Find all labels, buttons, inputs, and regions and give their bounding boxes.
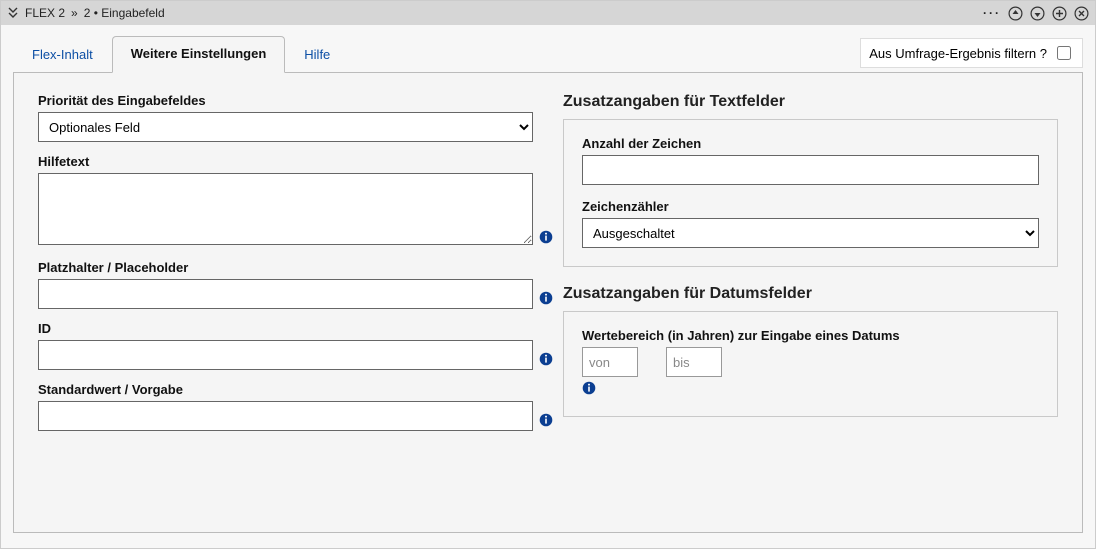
tab-hilfe[interactable]: Hilfe [285,37,349,73]
tab-weitere-einstellungen[interactable]: Weitere Einstellungen [112,36,286,73]
info-icon[interactable] [539,291,553,305]
settings-panel: Priorität des Eingabefeldes Optionales F… [13,72,1083,533]
placeholder-label: Platzhalter / Placeholder [38,260,533,275]
placeholder-input[interactable] [38,279,533,309]
info-icon[interactable] [539,413,553,427]
more-icon[interactable]: ··· [983,6,1001,20]
move-up-icon[interactable] [1007,5,1023,21]
textfields-section-title: Zusatzangaben für Textfelder [563,93,1058,111]
default-input[interactable] [38,401,533,431]
right-column: Zusatzangaben für Textfelder Anzahl der … [563,93,1058,502]
tabs: Flex-Inhalt Weitere Einstellungen Hilfe [13,35,349,72]
priority-label: Priorität des Eingabefeldes [38,93,533,108]
id-input[interactable] [38,340,533,370]
window: FLEX 2 » 2 • Eingabefeld ··· Flex-Inhalt… [0,0,1096,549]
datefields-subpanel: Wertebereich (in Jahren) zur Eingabe ein… [563,311,1058,417]
counter-select[interactable]: Ausgeschaltet [582,218,1039,248]
info-icon[interactable] [582,381,596,395]
content-area: Flex-Inhalt Weitere Einstellungen Hilfe … [1,25,1095,548]
collapse-icon[interactable] [7,7,19,19]
titlebar: FLEX 2 » 2 • Eingabefeld ··· [1,1,1095,25]
helptext-textarea[interactable] [38,173,533,245]
tab-row: Flex-Inhalt Weitere Einstellungen Hilfe … [13,35,1083,72]
charcount-input[interactable] [582,155,1039,185]
textfields-subpanel: Anzahl der Zeichen Zeichenzähler Ausgesc… [563,119,1058,267]
move-down-icon[interactable] [1029,5,1045,21]
breadcrumb-item[interactable]: 2 • Eingabefeld [84,6,165,20]
breadcrumb-separator: » [71,6,78,20]
filter-survey-result[interactable]: Aus Umfrage-Ergebnis filtern ? [860,38,1083,68]
counter-label: Zeichenzähler [582,199,1039,214]
range-to-input[interactable] [666,347,722,377]
priority-select[interactable]: Optionales Feld [38,112,533,142]
datefields-section-title: Zusatzangaben für Datumsfelder [563,285,1058,303]
default-label: Standardwert / Vorgabe [38,382,533,397]
range-label: Wertebereich (in Jahren) zur Eingabe ein… [582,328,1039,343]
filter-checkbox[interactable] [1057,46,1071,60]
breadcrumb-root[interactable]: FLEX 2 [25,6,65,20]
id-label: ID [38,321,533,336]
range-from-input[interactable] [582,347,638,377]
filter-label: Aus Umfrage-Ergebnis filtern ? [869,46,1047,61]
left-column: Priorität des Eingabefeldes Optionales F… [38,93,533,502]
info-icon[interactable] [539,230,553,244]
tab-flex-inhalt[interactable]: Flex-Inhalt [13,37,112,73]
info-icon[interactable] [539,352,553,366]
charcount-label: Anzahl der Zeichen [582,136,1039,151]
close-icon[interactable] [1073,5,1089,21]
helptext-label: Hilfetext [38,154,533,169]
add-icon[interactable] [1051,5,1067,21]
